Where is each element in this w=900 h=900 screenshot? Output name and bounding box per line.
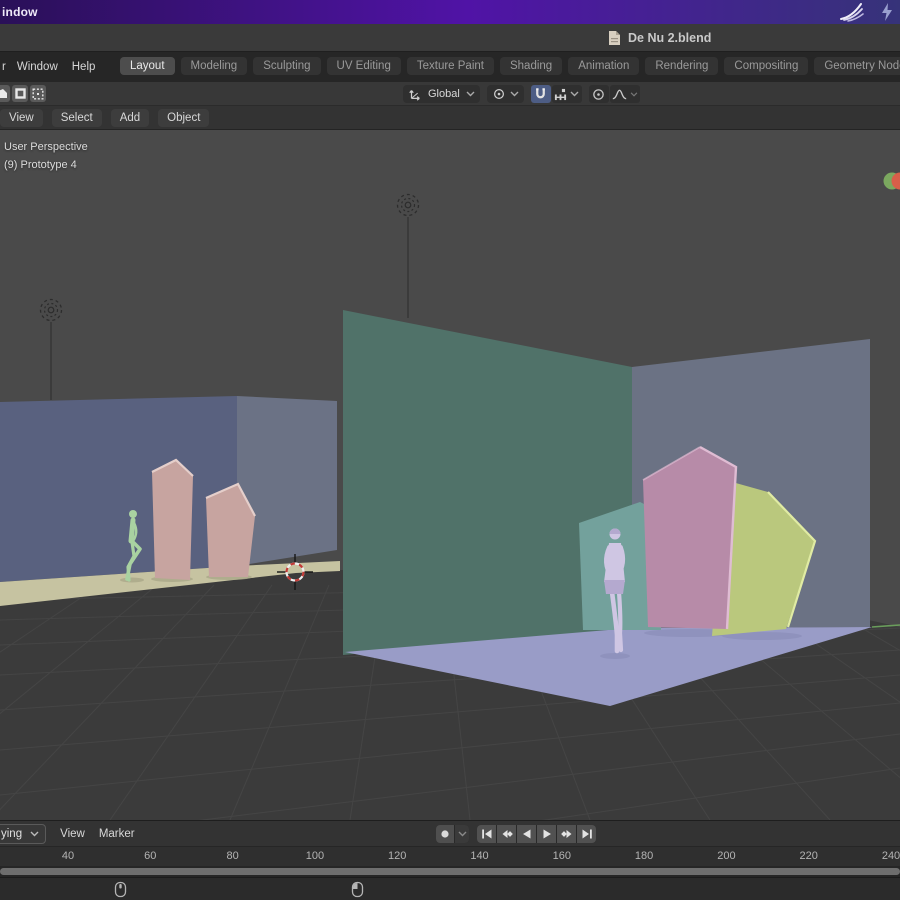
window-title: De Nu 2.blend	[608, 24, 711, 52]
titlebar: De Nu 2.blend	[0, 24, 900, 52]
viewport-3d[interactable]: User Perspective (9) Prototype 4	[0, 130, 900, 820]
timeline-header: ying View Marker	[0, 820, 900, 846]
timeline-scroll-track	[0, 866, 900, 877]
falloff-curve-icon	[612, 88, 627, 101]
frame-number: 120	[388, 850, 406, 862]
workspace-tab[interactable]: Texture Paint	[407, 57, 494, 75]
next-keyframe-button[interactable]	[557, 825, 576, 843]
chevron-down-icon	[630, 92, 638, 97]
workspace-tab[interactable]: Sculpting	[253, 57, 320, 75]
viewport-menu[interactable]: Add	[111, 109, 149, 127]
swoosh-icon[interactable]	[838, 1, 864, 23]
proportional-editing-icon[interactable]	[589, 85, 609, 103]
auto-key-record-button[interactable]	[436, 825, 454, 843]
menu-help[interactable]: Help	[69, 58, 107, 76]
viewport-menu[interactable]: View	[0, 109, 43, 127]
snap-settings-dropdown[interactable]	[552, 85, 582, 103]
left-mouse-icon	[351, 881, 364, 898]
frame-number: 40	[62, 850, 74, 862]
view-name-overlay: User Perspective	[4, 141, 88, 153]
select-mode-2-icon[interactable]	[12, 85, 28, 102]
frame-number: 80	[226, 850, 238, 862]
workspace-tab[interactable]: Geometry Nodes	[814, 57, 900, 75]
frame-number: 60	[144, 850, 156, 862]
scene-3d	[0, 130, 900, 820]
pivot-point-icon	[492, 87, 506, 101]
workspace-tab[interactable]: Animation	[568, 57, 639, 75]
timeline-ruler[interactable]: 40 60 80 100 120 140 160 180 200 220 240	[0, 846, 900, 866]
chevron-down-icon	[510, 91, 519, 97]
falloff-curve-dropdown[interactable]	[610, 85, 640, 103]
record-options-chevron[interactable]	[455, 825, 469, 843]
topbar-tabs-row: r Window Help Layout Modeling Sculpting UV …	[0, 52, 900, 82]
snap-increment-icon	[554, 88, 567, 101]
workspace-tab[interactable]: Shading	[500, 57, 562, 75]
transform-orientation-dropdown[interactable]: Global	[403, 85, 480, 103]
keying-dropdown[interactable]: ying	[0, 824, 46, 844]
bolt-icon[interactable]	[880, 2, 894, 22]
viewport-header-tools: Global	[0, 82, 900, 106]
status-bar	[0, 877, 900, 900]
workspace-tab[interactable]: Rendering	[645, 57, 718, 75]
jump-to-start-button[interactable]	[477, 825, 496, 843]
timeline-scrollbar[interactable]	[0, 868, 900, 875]
frame-number: 200	[717, 850, 735, 862]
menu-render-cut[interactable]: r	[2, 58, 14, 76]
panel-mauve[interactable]	[643, 447, 736, 629]
workspace-tab[interactable]: Modeling	[181, 57, 248, 75]
frame-number: 160	[553, 850, 571, 862]
right-room[interactable]	[343, 310, 872, 706]
workspace-tabs: Layout Modeling Sculpting UV Editing Texture…	[120, 57, 900, 75]
chevron-down-icon	[30, 831, 39, 837]
chevron-down-icon	[570, 91, 579, 97]
timeline-view-menu[interactable]: View	[60, 828, 85, 840]
pivot-point-dropdown[interactable]	[487, 85, 524, 103]
keying-dropdown-label: ying	[1, 828, 22, 840]
nav-gizmo-axis[interactable]	[884, 173, 900, 190]
frame-number: 140	[470, 850, 488, 862]
filename: De Nu 2.blend	[628, 31, 711, 45]
chevron-down-icon	[466, 91, 475, 97]
viewport-menu[interactable]: Select	[52, 109, 102, 127]
pink-slab-1[interactable]	[152, 460, 193, 580]
jump-to-end-button[interactable]	[577, 825, 596, 843]
transform-orientation-icon	[408, 87, 422, 101]
workspace-tab[interactable]: Layout	[120, 57, 175, 75]
previous-keyframe-button[interactable]	[497, 825, 516, 843]
orientation-label: Global	[426, 88, 462, 100]
workspace-tab[interactable]: Compositing	[724, 57, 808, 75]
play-button[interactable]	[537, 825, 556, 843]
menu-window[interactable]: Window	[14, 58, 69, 76]
active-object-overlay: (9) Prototype 4	[4, 159, 77, 171]
snap-magnet-icon[interactable]	[531, 85, 551, 103]
window-menu[interactable]: indow	[2, 5, 38, 19]
viewport-menu[interactable]: Object	[158, 109, 209, 127]
viewport-header-menus: View Select Add Object	[0, 106, 900, 130]
middle-mouse-icon	[114, 881, 127, 898]
select-mode-1-icon[interactable]	[0, 85, 10, 102]
timeline-marker-menu[interactable]: Marker	[99, 828, 135, 840]
left-room-wall[interactable]	[0, 396, 237, 582]
os-topbar: indow	[0, 0, 900, 24]
blender-window: indow De Nu 2.blend r W	[0, 0, 900, 900]
select-mode-3-icon[interactable]	[30, 85, 46, 102]
workspace-tab[interactable]: UV Editing	[327, 57, 401, 75]
blend-file-icon	[608, 30, 621, 46]
frame-number: 240	[882, 850, 900, 862]
frame-number: 220	[800, 850, 818, 862]
play-reverse-button[interactable]	[517, 825, 536, 843]
frame-number: 100	[306, 850, 324, 862]
app-menus: r Window Help	[2, 52, 106, 82]
frame-number: 180	[635, 850, 653, 862]
